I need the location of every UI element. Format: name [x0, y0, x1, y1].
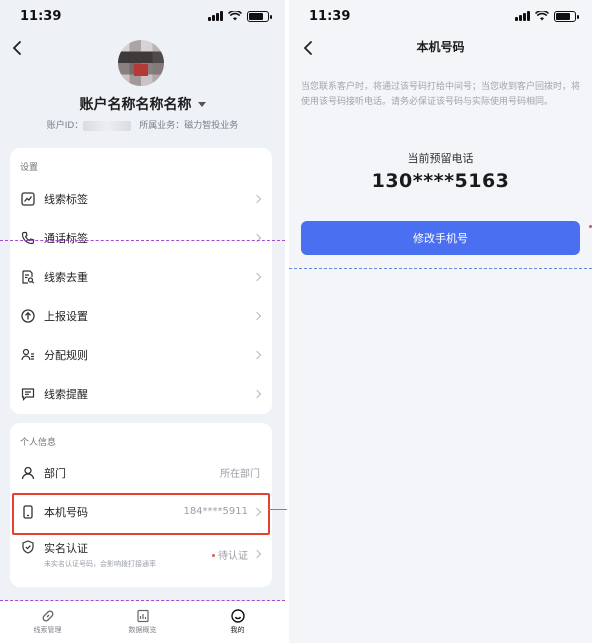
settings-item-assign[interactable]: 分配规则 — [10, 335, 272, 374]
settings-item-lead-tags[interactable]: 线索标签 — [10, 179, 272, 218]
users-icon — [20, 347, 36, 363]
account-meta: 账户ID： 所属业务：磁力智投业务 — [0, 118, 285, 131]
account-switcher[interactable]: 账户名称名称名称 — [0, 94, 285, 114]
upload-circle-icon — [20, 308, 36, 324]
tab-label: 我的 — [230, 626, 245, 634]
settings-item-label: 上报设置 — [44, 309, 88, 323]
caret-down-icon — [197, 101, 206, 107]
chevron-left-icon — [12, 41, 21, 55]
real-name-row[interactable]: 实名认证 未实名认证号码，会影响拨打接通率 待认证 — [10, 531, 272, 577]
current-phone-number: 130****5163 — [371, 170, 510, 192]
document-search-icon — [20, 269, 36, 285]
department-value: 所在部门 — [220, 469, 260, 480]
chevron-right-icon — [252, 549, 262, 559]
tag-chart-icon — [20, 191, 36, 207]
tab-bar: 线索管理 数据概览 我的 — [0, 601, 285, 643]
current-phone-label: 当前预留电话 — [407, 152, 474, 165]
phone-number-screen: 11:39 本机号码 当您联系客户时，将通过该号码打给中间号；当您收到客户回拨时… — [289, 0, 592, 643]
chevron-right-icon — [252, 350, 262, 359]
my-settings-screen: 11:39 账户名称名称名称 账户ID： 所属业务：磁力智投业务 设置 线索标签… — [0, 0, 285, 643]
chevron-right-icon — [252, 272, 262, 281]
smile-icon — [230, 609, 245, 623]
status-time: 11:39 — [309, 8, 351, 24]
guide-line — [289, 268, 592, 269]
business-label: 所属业务： — [139, 121, 185, 131]
tab-label: 线索管理 — [33, 626, 62, 634]
real-name-label: 实名认证 — [44, 541, 88, 555]
department-row[interactable]: 部门 所在部门 — [10, 453, 272, 492]
settings-item-dedupe[interactable]: 线索去重 — [10, 257, 272, 296]
guide-line — [0, 600, 285, 601]
signal-icon — [208, 11, 223, 21]
settings-item-label: 线索标签 — [44, 192, 88, 206]
account-id-blurred — [83, 120, 132, 131]
chevron-right-icon — [252, 311, 262, 320]
message-icon — [20, 386, 36, 402]
person-icon — [20, 465, 36, 481]
real-name-status: 待认证 — [218, 550, 248, 562]
screenshot-stage: 11:39 账户名称名称名称 账户ID： 所属业务：磁力智投业务 设置 线索标签… — [0, 0, 592, 643]
guide-line — [0, 240, 285, 241]
status-time: 11:39 — [20, 8, 62, 24]
real-name-hint: 未实名认证号码，会影响拨打接通率 — [44, 559, 156, 568]
settings-item-label: 分配规则 — [44, 348, 88, 362]
account-name: 账户名称名称名称 — [79, 97, 192, 113]
settings-card: 设置 线索标签 通话标签 线索去重 上报设置 分配规则 线索提醒 — [10, 148, 272, 414]
avatar — [118, 40, 164, 86]
tab-mine[interactable]: 我的 — [190, 601, 285, 643]
settings-item-report[interactable]: 上报设置 — [10, 296, 272, 335]
business-value: 磁力智投业务 — [184, 121, 239, 131]
change-phone-button[interactable]: 修改手机号 — [301, 221, 580, 255]
chart-icon — [136, 609, 150, 623]
pending-dot — [212, 554, 215, 557]
status-bar: 11:39 — [289, 0, 592, 32]
settings-item-label: 通话标签 — [44, 231, 88, 245]
wifi-icon — [535, 11, 549, 21]
department-label: 部门 — [44, 466, 66, 480]
notice-text: 当您联系客户时，将通过该号码打给中间号；当您收到客户回拨时，将使用该号码接听电话… — [301, 82, 581, 107]
wifi-icon — [228, 11, 242, 21]
settings-title: 设置 — [20, 163, 39, 173]
page-title: 本机号码 — [416, 40, 465, 54]
settings-item-reminder[interactable]: 线索提醒 — [10, 374, 272, 413]
highlight-box — [12, 493, 270, 535]
battery-icon — [247, 10, 272, 22]
connector-line — [268, 509, 287, 510]
tab-leads[interactable]: 线索管理 — [0, 601, 95, 643]
settings-item-call-tags[interactable]: 通话标签 — [10, 218, 272, 257]
status-bar: 11:39 — [0, 0, 285, 32]
tab-label: 数据概览 — [128, 626, 157, 634]
shield-check-icon — [20, 539, 36, 555]
chevron-right-icon — [252, 389, 262, 398]
personal-title: 个人信息 — [20, 438, 57, 448]
settings-item-label: 线索提醒 — [44, 387, 88, 401]
battery-icon — [554, 10, 579, 22]
tab-overview[interactable]: 数据概览 — [95, 601, 190, 643]
link-icon — [41, 609, 55, 623]
back-button[interactable] — [8, 38, 26, 58]
chevron-right-icon — [252, 194, 262, 203]
settings-item-label: 线索去重 — [44, 270, 88, 284]
signal-icon — [515, 11, 530, 21]
phone-icon — [20, 230, 36, 246]
account-id-label: 账户ID： — [46, 121, 84, 131]
